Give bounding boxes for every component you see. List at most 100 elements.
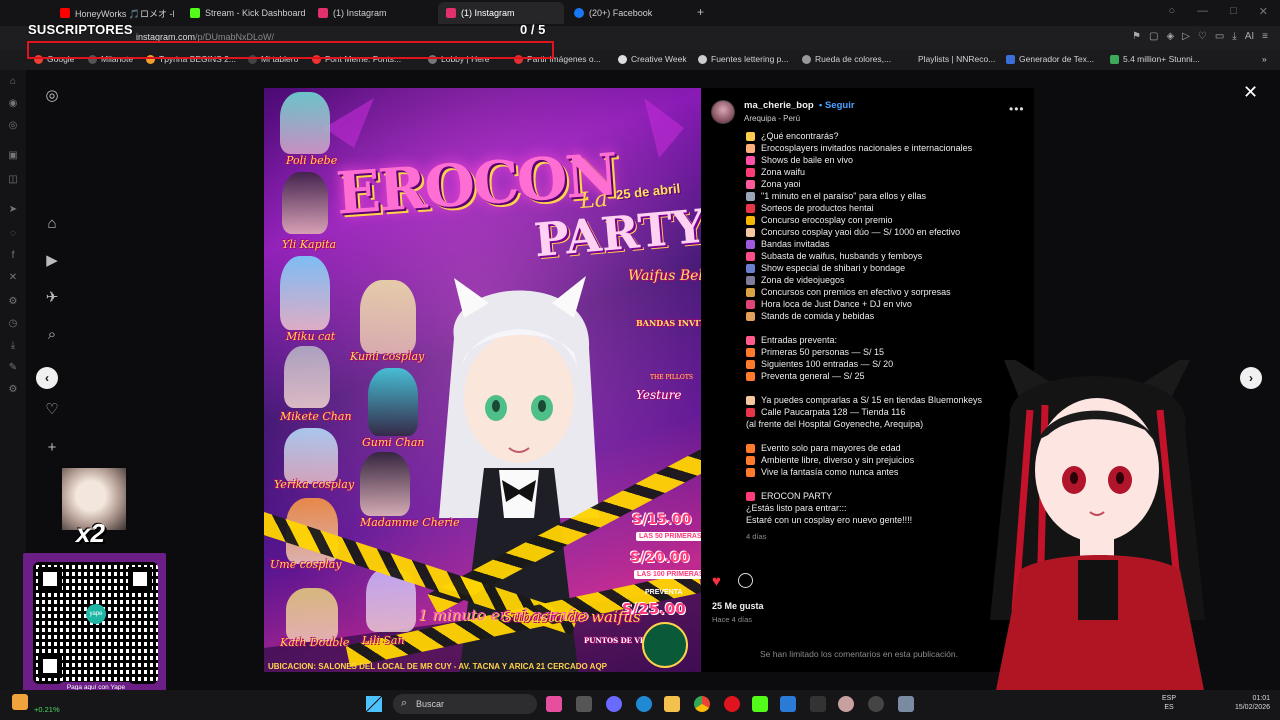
caption-line: Hora loca de Just Dance + DJ en vivo: [746, 298, 1016, 310]
emoji-icon: [746, 131, 755, 141]
file-explorer-icon[interactable]: [664, 696, 680, 712]
bookmark-generador-texto[interactable]: Generador de Tex...: [1006, 54, 1094, 64]
emoji-icon: [746, 191, 755, 201]
sidebar-twitch-icon[interactable]: ▣: [7, 150, 19, 162]
obs-icon[interactable]: [868, 696, 884, 712]
create-icon[interactable]: +: [42, 438, 62, 458]
system-clock[interactable]: 01:01 15/02/2026: [1228, 694, 1270, 712]
chrome-icon[interactable]: [694, 696, 710, 712]
task-view-icon[interactable]: [576, 696, 592, 712]
taskbar-search-input[interactable]: [393, 694, 537, 714]
sidebar-history-icon[interactable]: ◷: [7, 318, 19, 330]
sidebar-telegram-icon[interactable]: ➤: [7, 204, 19, 216]
kick-app-icon[interactable]: [752, 696, 768, 712]
tab-honeyworks[interactable]: HoneyWorks 🎵ロメオ -N: [52, 2, 174, 24]
stock-widget-icon[interactable]: [12, 694, 28, 710]
sidebar-whatsapp-icon[interactable]: ◎: [7, 120, 19, 132]
search-icon[interactable]: ⌕: [42, 325, 62, 345]
sidebar-messenger-icon[interactable]: ◉: [7, 98, 19, 110]
avatar[interactable]: [711, 100, 735, 124]
bookmarks-overflow-button[interactable]: »: [1262, 54, 1267, 64]
screenshot-icon[interactable]: ▢: [1149, 31, 1158, 42]
caption-text: Entradas preventa:: [761, 335, 838, 345]
home-icon[interactable]: ⌂: [42, 214, 62, 234]
vtube-studio-icon[interactable]: [838, 696, 854, 712]
sidebar-gear-icon[interactable]: ⚙: [7, 384, 19, 396]
caption-line: Zona yaoi: [746, 178, 1016, 190]
next-post-button[interactable]: ›: [1240, 367, 1262, 389]
bookmark-fuentes-lettering[interactable]: Fuentes lettering p...: [698, 54, 789, 64]
post-location[interactable]: Arequipa - Perú: [744, 114, 800, 123]
sidebar-download-icon[interactable]: ⤓: [7, 340, 19, 352]
emoji-icon: [746, 215, 755, 225]
close-modal-icon[interactable]: ✕: [1243, 82, 1258, 103]
wallet-icon[interactable]: ▭: [1215, 31, 1224, 42]
emoji-icon: [746, 443, 755, 453]
bookmark-icon[interactable]: ⚑: [1132, 31, 1141, 42]
post-author-username[interactable]: ma_cherie_bop: [744, 100, 814, 111]
reels-icon[interactable]: ▶: [42, 251, 62, 271]
previous-post-button[interactable]: ‹: [36, 367, 58, 389]
emoji-icon: [746, 179, 755, 189]
follow-button[interactable]: • Seguir: [819, 100, 855, 111]
sidebar-extension-icon[interactable]: ✎: [7, 362, 19, 374]
terminal-icon[interactable]: [810, 696, 826, 712]
maximize-icon[interactable]: □: [1230, 5, 1237, 18]
bookmark-creative-week[interactable]: Creative Week: [618, 54, 687, 64]
like-heart-icon[interactable]: ♥: [712, 573, 721, 590]
notifications-icon[interactable]: ♡: [42, 400, 62, 420]
new-tab-button[interactable]: +: [697, 5, 704, 19]
keyboard-language[interactable]: ESP ES: [1162, 694, 1176, 712]
poster-auction: Subasta de waifus: [502, 608, 641, 626]
sidebar-facebook-icon[interactable]: f: [7, 250, 19, 262]
sidebar-instagram-icon[interactable]: ◫: [7, 174, 19, 186]
copilot-icon[interactable]: [546, 696, 562, 712]
like-count[interactable]: 25 Me gusta: [712, 601, 764, 611]
poster-location: UBICACION: SALONES DEL LOCAL DE MR CUY -…: [268, 662, 607, 671]
windows-start-icon[interactable]: [366, 696, 382, 712]
download-icon[interactable]: ⤓: [1232, 31, 1236, 42]
minimize-icon[interactable]: —: [1197, 5, 1208, 18]
bookmark-playlists[interactable]: Playlists | NNReco...: [918, 54, 995, 64]
emoji-icon: [746, 491, 755, 501]
play-icon[interactable]: ▷: [1182, 31, 1190, 42]
ai-icon[interactable]: AI: [1245, 31, 1254, 42]
shield-icon[interactable]: ◈: [1166, 31, 1174, 42]
cosplayer-name: Gumi Chan: [362, 436, 425, 449]
caption-text: Bandas invitadas: [761, 239, 830, 249]
menu-icon[interactable]: ≡: [1262, 31, 1268, 42]
tab-label: (1) Instagram: [333, 8, 387, 18]
caption-line: Entradas preventa:: [746, 334, 1016, 346]
edge-icon[interactable]: [636, 696, 652, 712]
bookmark-stunning[interactable]: 5.4 million+ Stunni...: [1110, 54, 1200, 64]
stock-widget-change[interactable]: +0.21%: [34, 705, 60, 714]
app-icon[interactable]: [606, 696, 622, 712]
comment-icon[interactable]: [738, 573, 753, 588]
caption-text: Shows de baile en vivo: [761, 155, 854, 165]
instagram-logo-icon[interactable]: ◎: [42, 86, 62, 106]
more-options-icon[interactable]: •••: [1009, 102, 1025, 116]
sidebar-x-icon[interactable]: ✕: [7, 272, 19, 284]
explore-icon[interactable]: ✈: [42, 288, 62, 308]
close-window-icon[interactable]: ✕: [1259, 5, 1268, 18]
tab-instagram-1[interactable]: (1) Instagram: [310, 2, 434, 24]
tab-facebook[interactable]: (20+) Facebook: [566, 2, 690, 24]
sidebar-settings-icon[interactable]: ⚙: [7, 296, 19, 308]
cosplayer-name: Kumi cosplay: [350, 350, 425, 363]
sidebar-whatsapp2-icon[interactable]: ◌: [7, 228, 19, 240]
opera-icon[interactable]: [724, 696, 740, 712]
emoji-icon: [746, 311, 755, 321]
caption-text: Erocosplayers invitados nacionales e int…: [761, 143, 973, 153]
cosplayer-name: Miku cat: [286, 330, 336, 343]
search-tabs-icon[interactable]: ○: [1168, 5, 1175, 18]
caption-text: (al frente del Hospital Goyeneche, Arequ…: [746, 419, 924, 429]
settings-icon[interactable]: [898, 696, 914, 712]
tab-kick-dashboard[interactable]: Stream - Kick Dashboard: [182, 2, 308, 24]
heart-icon[interactable]: ♡: [1198, 31, 1207, 42]
photos-icon[interactable]: [780, 696, 796, 712]
tab-instagram-active[interactable]: (1) Instagram: [438, 2, 564, 24]
bookmark-rueda-colores[interactable]: Rueda de colores,...: [802, 54, 891, 64]
sidebar-home-icon[interactable]: ⌂: [7, 76, 19, 88]
cosplayer-name: Ume cosplay: [270, 558, 342, 571]
caption-age: 4 días: [746, 532, 767, 541]
